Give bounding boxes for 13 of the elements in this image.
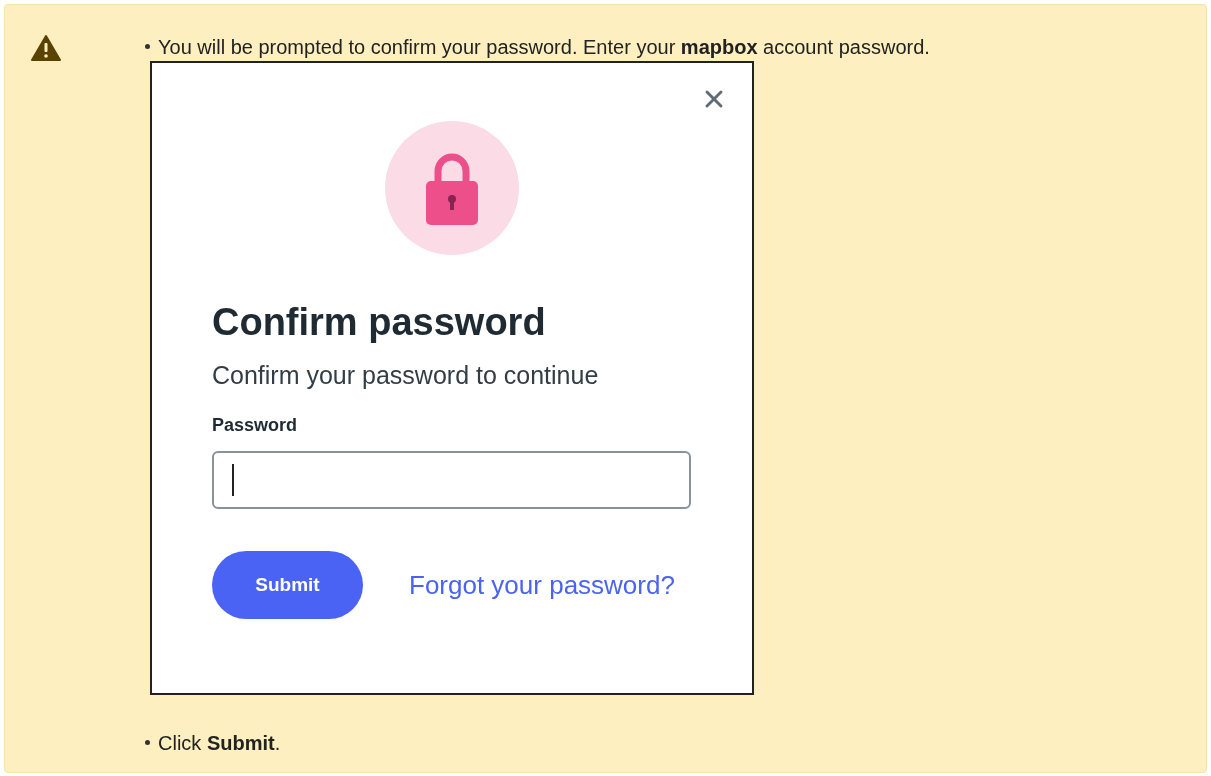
- bullet-icon: [145, 740, 150, 745]
- text-cursor: [232, 464, 234, 496]
- password-field[interactable]: [212, 451, 691, 509]
- field-label: Password: [212, 414, 299, 437]
- instruction-text: Click Submit.: [158, 731, 281, 755]
- submit-button[interactable]: Submit: [212, 551, 363, 619]
- forgot-password-link[interactable]: Forgot your password?: [409, 565, 675, 605]
- dialog-title: Confirm password: [212, 300, 547, 345]
- lock-icon: [385, 121, 519, 255]
- dialog-subtitle: Confirm your password to continue: [212, 359, 600, 391]
- warning-icon: [31, 35, 61, 61]
- bullet-icon: [145, 44, 150, 49]
- instruction-text: You will be prompted to confirm your password. Enter your mapbox account password.: [158, 35, 930, 59]
